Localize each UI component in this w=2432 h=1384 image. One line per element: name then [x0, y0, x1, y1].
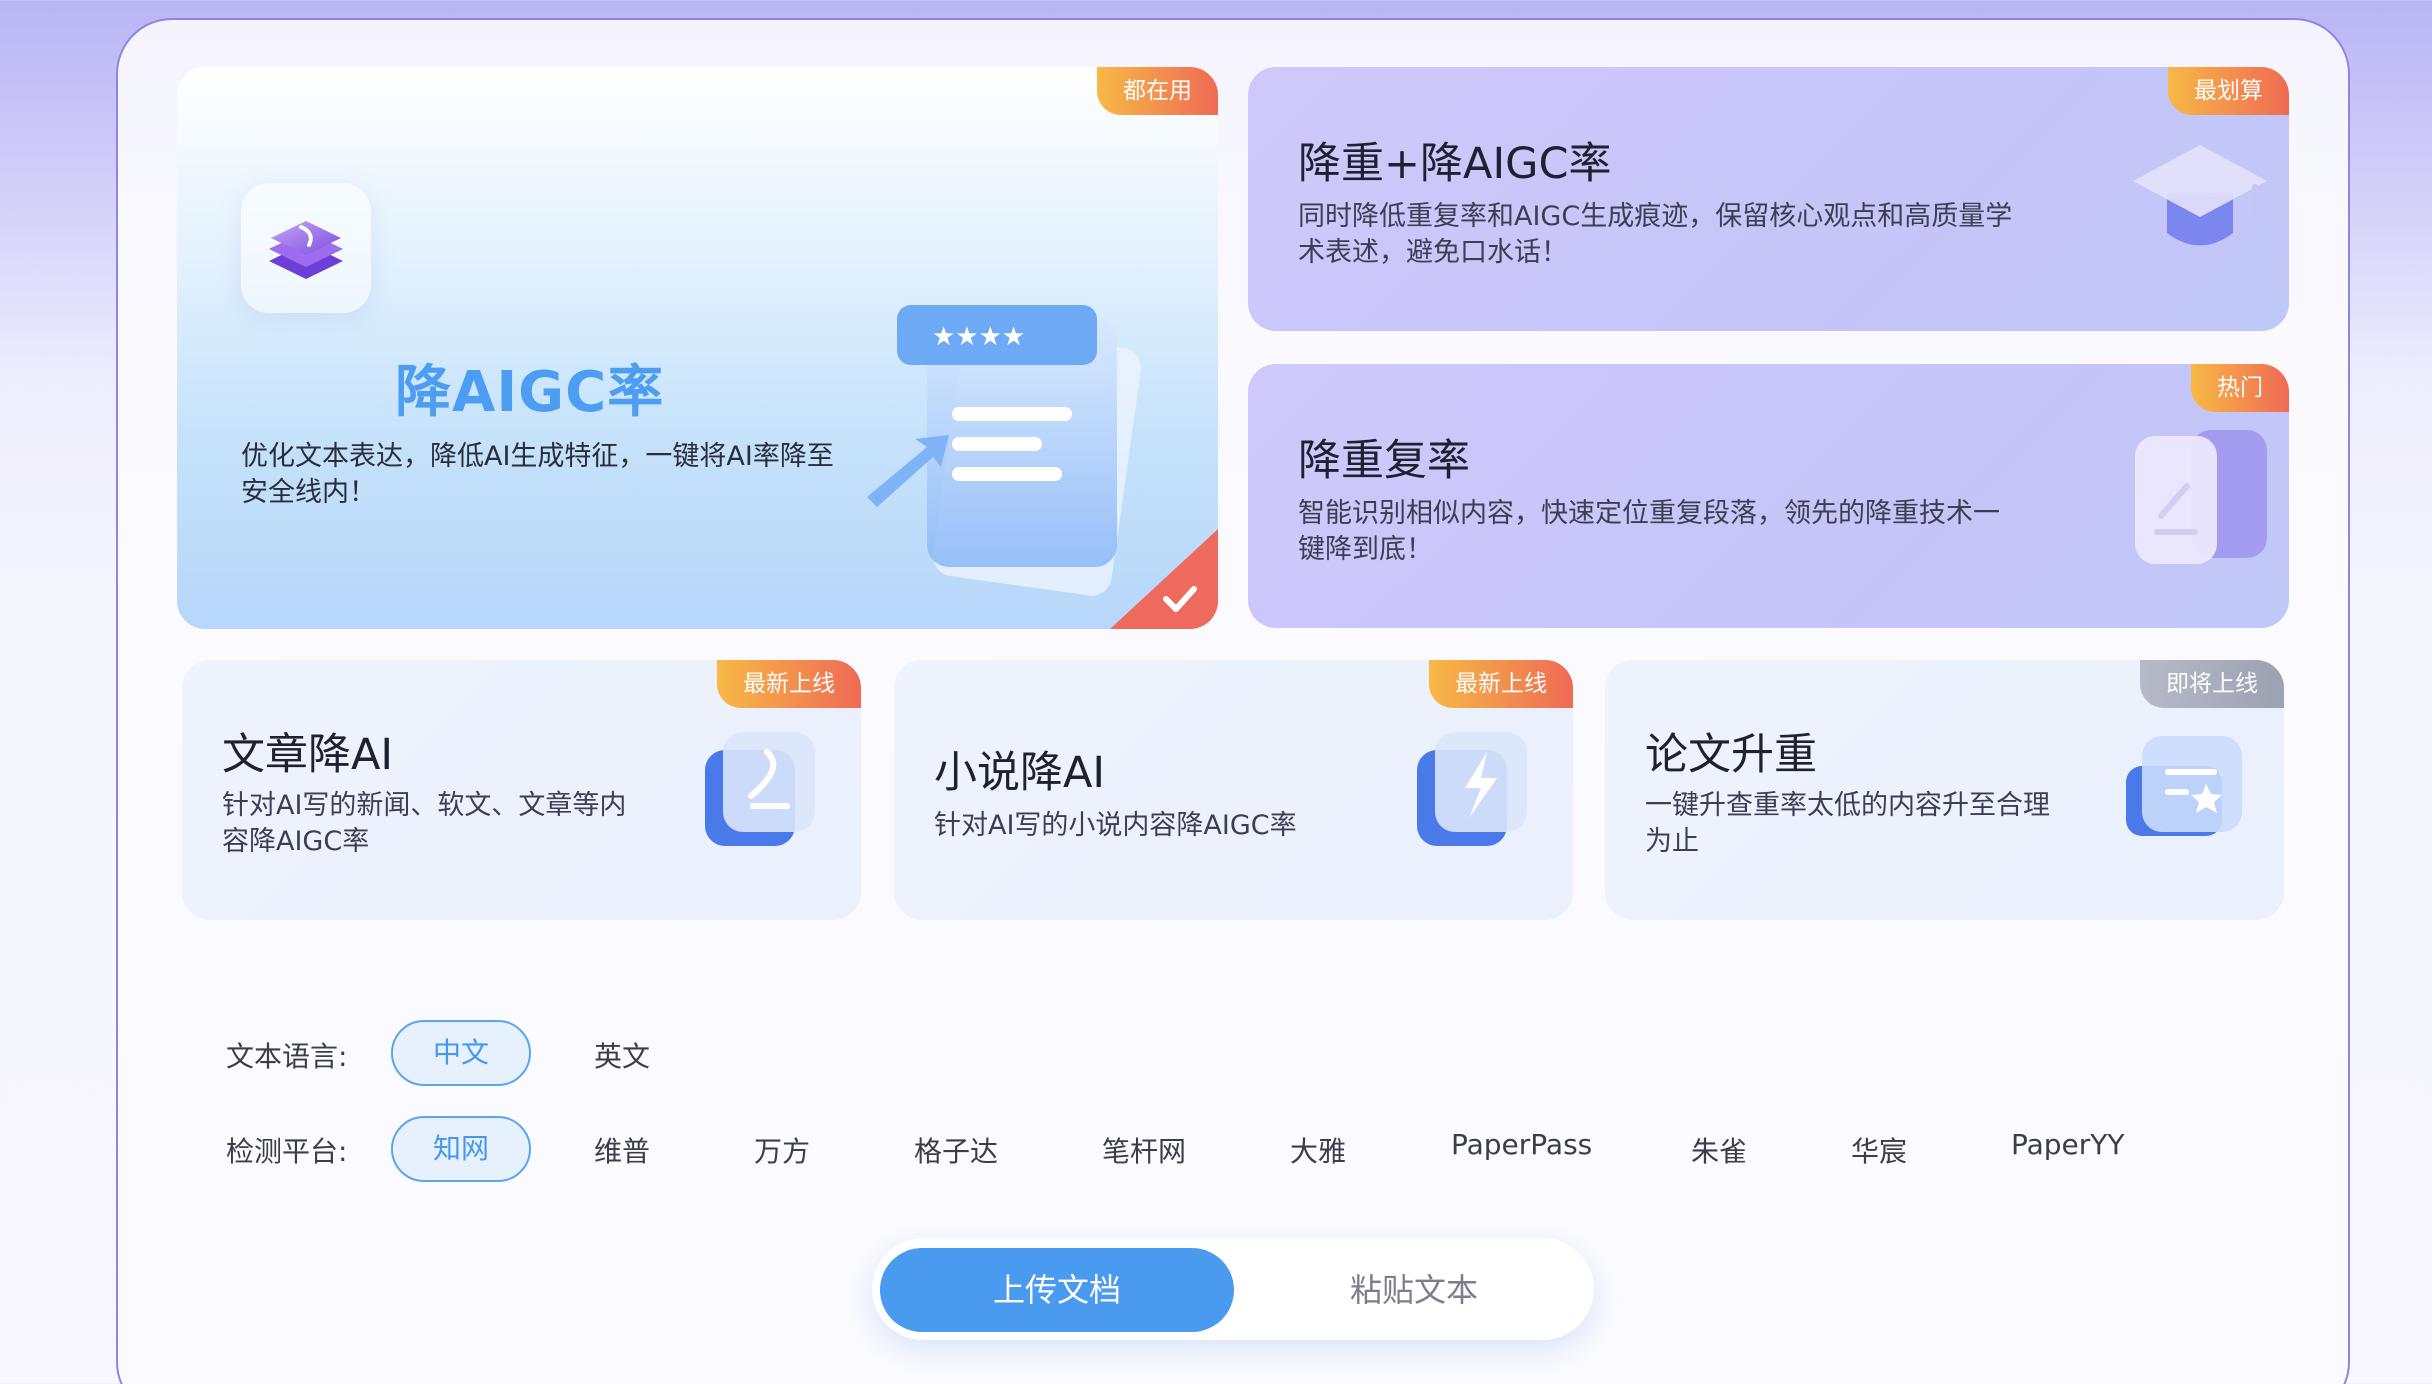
badge-hot: 热门: [2191, 364, 2289, 412]
text-language-label: 文本语言:: [226, 1040, 348, 1073]
badge-popular: 都在用: [1097, 67, 1218, 115]
badge-coming-soon: 即将上线: [2140, 660, 2284, 708]
card-title: 小说降AI: [934, 748, 1106, 798]
star-card-icon: [2118, 722, 2248, 856]
upload-document-button[interactable]: 上传文档: [880, 1248, 1234, 1332]
card-dedup-and-aigc[interactable]: 最划算 降重+降AIGC率 同时降低重复率和AIGC生成痕迹，保留核心观点和高质…: [1248, 67, 2289, 331]
platform-option-paperpass[interactable]: PaperPass: [1451, 1128, 1592, 1161]
platform-option-cnki[interactable]: 知网: [391, 1116, 531, 1182]
svg-text:★★★★: ★★★★: [932, 322, 1025, 352]
badge-best-value: 最划算: [2168, 67, 2289, 115]
card-title: 降AIGC率: [395, 360, 665, 425]
card-title: 降重+降AIGC率: [1298, 139, 1612, 189]
card-reduce-duplication[interactable]: 热门 降重复率 智能识别相似内容，快速定位重复段落，领先的降重技术一键降到底！: [1248, 364, 2289, 628]
card-description: 优化文本表达，降低AI生成特征，一键将AI率降至安全线内！: [241, 441, 834, 508]
language-option-chinese[interactable]: 中文: [391, 1020, 531, 1086]
lightning-card-icon: [1407, 722, 1537, 856]
card-description: 智能识别相似内容，快速定位重复段落，领先的降重技术一键降到底！: [1298, 498, 2000, 565]
card-article-reduce-ai[interactable]: 最新上线 文章降AI 针对AI写的新闻、软文、文章等内容降AIGC率: [182, 660, 861, 920]
card-description: 同时降低重复率和AIGC生成痕迹，保留核心观点和高质量学术表述，避免口水话！: [1298, 201, 2013, 268]
card-description: 针对AI写的新闻、软文、文章等内容降AIGC率: [222, 790, 627, 857]
card-description: 针对AI写的小说内容降AIGC率: [934, 810, 1297, 841]
graduation-cap-icon: [2125, 123, 2275, 277]
card-title: 降重复率: [1298, 436, 1470, 486]
pen-card-icon: [695, 722, 825, 856]
platform-option-bigan[interactable]: 笔杆网: [1102, 1130, 1186, 1170]
platform-option-zhuque[interactable]: 朱雀: [1691, 1130, 1747, 1170]
card-title: 论文升重: [1645, 730, 1817, 780]
card-title: 文章降AI: [222, 730, 394, 780]
edit-cards-icon: [2125, 420, 2275, 574]
card-novel-reduce-ai[interactable]: 最新上线 小说降AI 针对AI写的小说内容降AIGC率: [894, 660, 1573, 920]
platform-option-gezida[interactable]: 格子达: [914, 1130, 998, 1170]
language-option-english[interactable]: 英文: [594, 1035, 650, 1075]
card-description: 一键升查重率太低的内容升至合理为止: [1645, 790, 2050, 857]
badge-new: 最新上线: [717, 660, 861, 708]
badge-new: 最新上线: [1429, 660, 1573, 708]
card-thesis-increase-duplication[interactable]: 即将上线 论文升重 一键升查重率太低的内容升至合理为止: [1605, 660, 2284, 920]
platform-option-huachen[interactable]: 华宸: [1851, 1130, 1907, 1170]
card-reduce-aigc[interactable]: 都在用 降AIGC率 优化文本表达，降低AI生成特征，一键将AI率降至安全线内！: [177, 67, 1218, 629]
layers-icon: [241, 183, 371, 313]
platform-option-wanfang[interactable]: 万方: [754, 1130, 810, 1170]
platform-option-daya[interactable]: 大雅: [1290, 1130, 1346, 1170]
paste-text-button[interactable]: 粘贴文本: [1242, 1248, 1586, 1332]
check-icon: [1110, 529, 1218, 629]
platform-option-paperyy[interactable]: PaperYY: [2011, 1128, 2125, 1161]
detection-platform-label: 检测平台:: [226, 1135, 348, 1168]
input-mode-toggle: 上传文档 粘贴文本: [872, 1238, 1594, 1340]
platform-option-vip[interactable]: 维普: [594, 1130, 650, 1170]
